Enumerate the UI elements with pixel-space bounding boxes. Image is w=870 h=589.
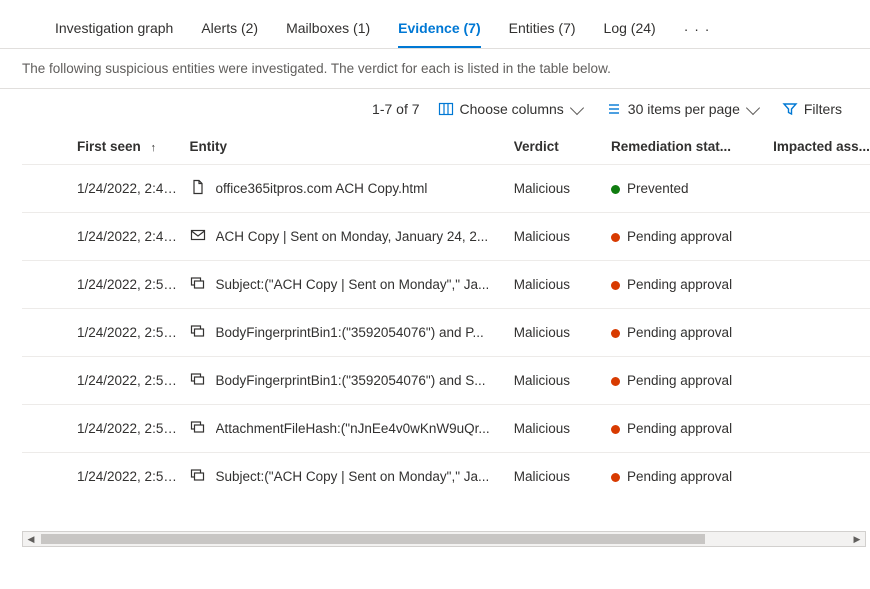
status-dot-icon [611, 425, 620, 434]
cell-remediation: Prevented [611, 165, 773, 213]
cell-verdict: Malicious [514, 165, 611, 213]
col-first-seen[interactable]: First seen ↑ [22, 129, 190, 165]
tab-investigation[interactable]: Investigation graph [55, 20, 173, 48]
cell-impacted [773, 165, 870, 213]
entity-text: office365itpros.com ACH Copy.html [216, 181, 428, 196]
cell-remediation: Pending approval [611, 213, 773, 261]
choose-columns-label: Choose columns [460, 101, 564, 117]
cell-first-seen: 1/24/2022, 2:56 ... [22, 453, 190, 501]
cell-remediation: Pending approval [611, 309, 773, 357]
page-size-label: 30 items per page [628, 101, 740, 117]
cell-remediation: Pending approval [611, 261, 773, 309]
scrollbar-track[interactable] [39, 532, 849, 546]
tab-evidence[interactable]: Evidence (7) [398, 20, 480, 48]
cell-entity: BodyFingerprintBin1:("3592054076") and S… [190, 357, 514, 405]
col-impacted[interactable]: Impacted ass... [773, 129, 870, 165]
cell-first-seen: 1/24/2022, 2:56 ... [22, 357, 190, 405]
cell-verdict: Malicious [514, 213, 611, 261]
evidence-table-wrap: First seen ↑ Entity Verdict Remediation … [0, 129, 870, 589]
cell-verdict: Malicious [514, 453, 611, 501]
filters-button[interactable]: Filters [776, 97, 848, 121]
tab-alerts[interactable]: Alerts (2) [201, 20, 258, 48]
choose-columns-button[interactable]: Choose columns [432, 97, 592, 121]
columns-icon [438, 101, 454, 117]
cluster-icon [190, 371, 206, 390]
cell-impacted [773, 357, 870, 405]
entity-text: Subject:("ACH Copy | Sent on Monday"," J… [216, 469, 490, 484]
result-count: 1-7 of 7 [372, 101, 419, 117]
status-dot-icon [611, 473, 620, 482]
evidence-table: First seen ↑ Entity Verdict Remediation … [22, 129, 870, 500]
cell-impacted [773, 405, 870, 453]
cell-verdict: Malicious [514, 405, 611, 453]
cell-remediation: Pending approval [611, 357, 773, 405]
cell-verdict: Malicious [514, 357, 611, 405]
scroll-right-icon[interactable]: ▶ [849, 534, 865, 545]
col-entity[interactable]: Entity [190, 129, 514, 165]
cell-first-seen: 1/24/2022, 2:56 ... [22, 309, 190, 357]
filters-label: Filters [804, 101, 842, 117]
tab-entities[interactable]: Entities (7) [509, 20, 576, 48]
cell-impacted [773, 309, 870, 357]
cell-first-seen: 1/24/2022, 2:56 ... [22, 405, 190, 453]
table-row[interactable]: 1/24/2022, 2:56 ... BodyFingerprintBin1:(… [22, 357, 870, 405]
cell-entity: ACH Copy | Sent on Monday, January 24, 2… [190, 213, 514, 261]
entity-text: BodyFingerprintBin1:("3592054076") and S… [216, 373, 486, 388]
table-row[interactable]: 1/24/2022, 2:56 ... BodyFingerprintBin1:(… [22, 309, 870, 357]
col-verdict[interactable]: Verdict [514, 129, 611, 165]
entity-text: ACH Copy | Sent on Monday, January 24, 2… [216, 229, 489, 244]
col-first-seen-label: First seen [77, 139, 141, 154]
cell-entity: BodyFingerprintBin1:("3592054076") and P… [190, 309, 514, 357]
col-remediation[interactable]: Remediation stat... [611, 129, 773, 165]
table-row[interactable]: 1/24/2022, 2:43 ... ACH Copy | Sent on Mo… [22, 213, 870, 261]
cell-entity: Subject:("ACH Copy | Sent on Monday"," J… [190, 261, 514, 309]
status-dot-icon [611, 377, 620, 386]
table-row[interactable]: 1/24/2022, 2:56 ... AttachmentFileHash:("… [22, 405, 870, 453]
toolbar: 1-7 of 7 Choose columns 30 items per pag… [0, 89, 870, 129]
status-dot-icon [611, 329, 620, 338]
chevron-down-icon [570, 100, 584, 114]
cluster-icon [190, 323, 206, 342]
cell-verdict: Malicious [514, 261, 611, 309]
cell-impacted [773, 213, 870, 261]
tab-mailboxes[interactable]: Mailboxes (1) [286, 20, 370, 48]
file-icon [190, 179, 206, 198]
horizontal-scrollbar[interactable]: ◀ ▶ [22, 531, 866, 547]
cluster-icon [190, 419, 206, 438]
cell-remediation: Pending approval [611, 453, 773, 501]
cell-impacted [773, 261, 870, 309]
tab-log[interactable]: Log (24) [604, 20, 656, 48]
status-dot-icon [611, 281, 620, 290]
cell-impacted [773, 453, 870, 501]
chevron-down-icon [746, 100, 760, 114]
cell-remediation: Pending approval [611, 405, 773, 453]
cell-first-seen: 1/24/2022, 2:56 ... [22, 261, 190, 309]
mail-icon [190, 227, 206, 246]
scrollbar-thumb[interactable] [41, 534, 705, 544]
entity-text: AttachmentFileHash:("nJnEe4v0wKnW9uQr... [216, 421, 490, 436]
status-dot-icon [611, 233, 620, 242]
more-tabs-icon[interactable]: · · · [684, 21, 711, 47]
cluster-icon [190, 467, 206, 486]
cell-entity: office365itpros.com ACH Copy.html [190, 165, 514, 213]
page-size-button[interactable]: 30 items per page [600, 97, 768, 121]
cell-entity: AttachmentFileHash:("nJnEe4v0wKnW9uQr... [190, 405, 514, 453]
cell-verdict: Malicious [514, 309, 611, 357]
cell-first-seen: 1/24/2022, 2:43 ... [22, 213, 190, 261]
cell-entity: Subject:("ACH Copy | Sent on Monday"," J… [190, 453, 514, 501]
status-dot-icon [611, 185, 620, 194]
table-row[interactable]: 1/24/2022, 2:56 ... Subject:("ACH Copy | … [22, 453, 870, 501]
page-description: The following suspicious entities were i… [0, 49, 870, 89]
cluster-icon [190, 275, 206, 294]
entity-text: Subject:("ACH Copy | Sent on Monday"," J… [216, 277, 490, 292]
entity-text: BodyFingerprintBin1:("3592054076") and P… [216, 325, 484, 340]
scroll-left-icon[interactable]: ◀ [23, 534, 39, 545]
table-row[interactable]: 1/24/2022, 2:56 ... Subject:("ACH Copy | … [22, 261, 870, 309]
sort-asc-icon: ↑ [151, 142, 157, 154]
filter-icon [782, 101, 798, 117]
list-icon [606, 101, 622, 117]
tab-bar: Investigation graph Alerts (2) Mailboxes (… [0, 0, 870, 49]
table-row[interactable]: 1/24/2022, 2:43 ... office365itpros.com A… [22, 165, 870, 213]
cell-first-seen: 1/24/2022, 2:43 ... [22, 165, 190, 213]
